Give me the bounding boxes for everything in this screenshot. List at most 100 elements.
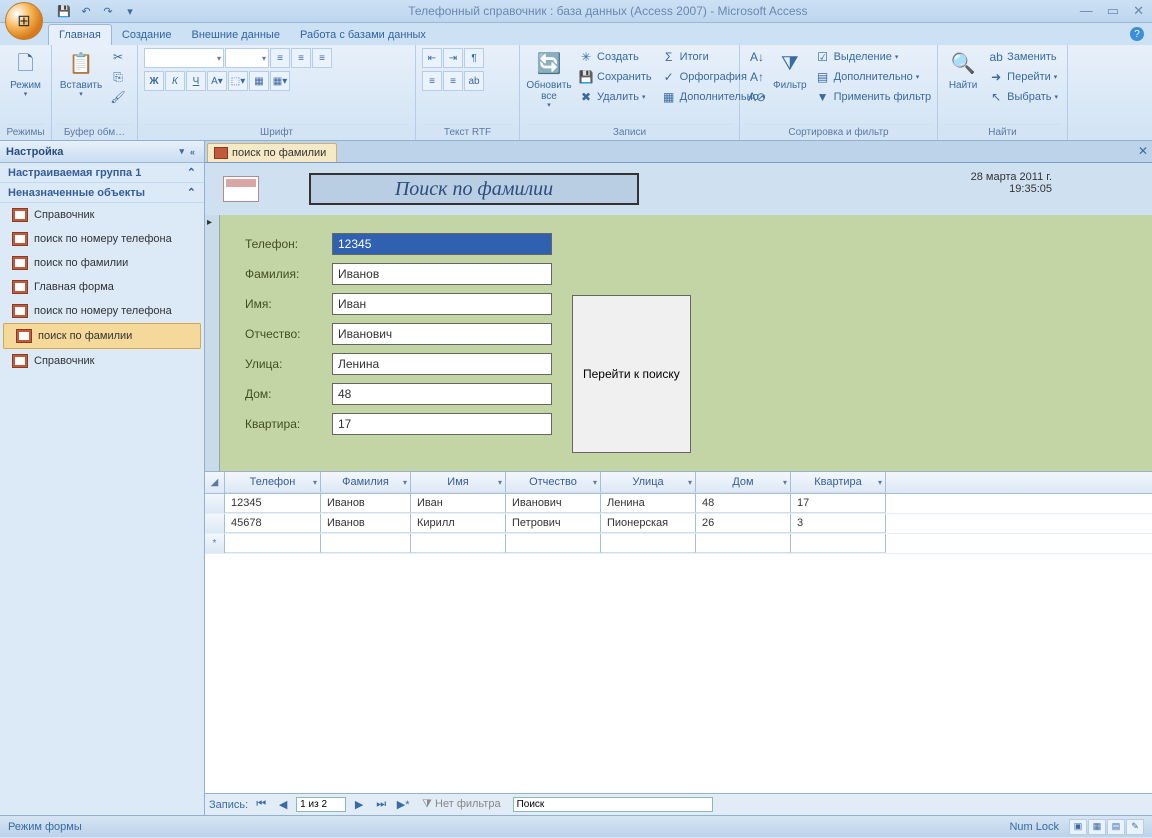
nav-collapse-icon[interactable]: « (187, 147, 198, 157)
align-left-button[interactable]: ≡ (270, 48, 290, 68)
nav-item[interactable]: поиск по номеру телефона (0, 227, 204, 251)
input-flat[interactable]: 17 (332, 413, 552, 435)
fill-color-button[interactable]: ⬚▾ (228, 71, 248, 91)
decrease-indent-button[interactable]: ⇤ (422, 48, 442, 68)
refresh-all-button[interactable]: 🔄Обновить все▾ (526, 48, 572, 112)
input-patronymic[interactable]: Иванович (332, 323, 552, 345)
align-right-button[interactable]: ≡ (312, 48, 332, 68)
minimize-button[interactable]: — (1076, 3, 1097, 19)
nav-group-2[interactable]: Неназначенные объекты⌃ (0, 183, 204, 203)
view-button[interactable]: 🗋Режим▾ (6, 48, 45, 101)
nav-item[interactable]: Справочник (0, 349, 204, 373)
row-selector-new[interactable]: * (205, 534, 225, 553)
col-header-patronymic[interactable]: Отчество (506, 472, 601, 493)
datasheet-view-button[interactable]: ▦ (1088, 819, 1106, 835)
layout-view-button[interactable]: ▤ (1107, 819, 1125, 835)
data-row[interactable]: 45678 Иванов Кирилл Петрович Пионерская … (205, 514, 1152, 534)
replace-button[interactable]: abЗаменить (985, 48, 1061, 66)
filter-button[interactable]: ⧩Фильтр (771, 48, 809, 93)
col-header-firstname[interactable]: Имя (411, 472, 506, 493)
document-tab[interactable]: поиск по фамилии (207, 143, 337, 162)
nav-dropdown-icon[interactable]: ▾ (176, 146, 187, 157)
input-firstname[interactable]: Иван (332, 293, 552, 315)
numbering-button[interactable]: ≡ (422, 71, 442, 91)
delete-record-button[interactable]: ✖Удалить▾ (575, 88, 655, 106)
first-record-button[interactable]: ⏮ (252, 797, 270, 813)
italic-button[interactable]: К (165, 71, 185, 91)
increase-indent-button[interactable]: ⇥ (443, 48, 463, 68)
format-painter-button[interactable]: 🖌 (107, 88, 129, 106)
office-button[interactable]: ⊞ (5, 2, 43, 40)
data-row[interactable]: 12345 Иванов Иван Иванович Ленина 48 17 (205, 494, 1152, 514)
new-record-button[interactable]: ✳Создать (575, 48, 655, 66)
undo-icon[interactable]: ↶ (76, 1, 96, 21)
design-view-button[interactable]: ✎ (1126, 819, 1144, 835)
prev-record-button[interactable]: ◀ (274, 797, 292, 813)
col-header-flat[interactable]: Квартира (791, 472, 886, 493)
underline-button[interactable]: Ч (186, 71, 206, 91)
last-record-button[interactable]: ⏭ (372, 797, 390, 813)
record-position-input[interactable] (296, 797, 346, 812)
nav-item[interactable]: поиск по номеру телефона (0, 299, 204, 323)
toggle-filter-button[interactable]: ▼Применить фильтр (812, 88, 935, 106)
nav-item[interactable]: Главная форма (0, 275, 204, 299)
font-family-combo[interactable] (144, 48, 224, 68)
copy-button[interactable]: ⎘ (107, 68, 129, 86)
help-button[interactable]: ? (1130, 27, 1144, 41)
goto-button[interactable]: ➜Перейти▾ (985, 68, 1061, 86)
select-button[interactable]: ↖Выбрать▾ (985, 88, 1061, 106)
tab-dbtools[interactable]: Работа с базами данных (290, 25, 436, 45)
search-box[interactable] (513, 797, 713, 812)
gridlines-button[interactable]: ▦ (249, 71, 269, 91)
font-size-combo[interactable] (225, 48, 269, 68)
bold-button[interactable]: Ж (144, 71, 164, 91)
new-row[interactable]: * (205, 534, 1152, 554)
nav-header[interactable]: Настройка▾« (0, 141, 204, 163)
sort-asc-button[interactable]: A↓ (746, 48, 768, 66)
bullets-button[interactable]: ≡ (443, 71, 463, 91)
next-record-button[interactable]: ▶ (350, 797, 368, 813)
input-lastname[interactable]: Иванов (332, 263, 552, 285)
altcolor-button[interactable]: ▦▾ (270, 71, 290, 91)
qat-more-icon[interactable]: ▾ (120, 1, 140, 21)
redo-icon[interactable]: ↷ (98, 1, 118, 21)
tab-external[interactable]: Внешние данные (182, 25, 290, 45)
find-button[interactable]: 🔍Найти (944, 48, 982, 93)
nav-item[interactable]: поиск по фамилии (0, 251, 204, 275)
ltr-button[interactable]: ¶ (464, 48, 484, 68)
sort-desc-button[interactable]: A↑ (746, 68, 768, 86)
input-phone[interactable]: 12345 (332, 233, 552, 255)
save-record-button[interactable]: 💾Сохранить (575, 68, 655, 86)
search-button[interactable]: Перейти к поиску (572, 295, 691, 453)
close-button[interactable]: ✕ (1129, 3, 1148, 19)
row-selector[interactable] (205, 514, 225, 533)
new-record-button[interactable]: ▶* (394, 797, 412, 813)
nav-group-1[interactable]: Настраиваемая группа 1⌃ (0, 163, 204, 183)
col-header-street[interactable]: Улица (601, 472, 696, 493)
selection-icon: ☑ (815, 49, 831, 65)
input-house[interactable]: 48 (332, 383, 552, 405)
row-selector[interactable] (205, 494, 225, 513)
input-street[interactable]: Ленина (332, 353, 552, 375)
highlight-button[interactable]: ab (464, 71, 484, 91)
align-center-button[interactable]: ≡ (291, 48, 311, 68)
font-color-button[interactable]: A▾ (207, 71, 227, 91)
select-all-cell[interactable]: ◢ (205, 472, 225, 493)
tab-create[interactable]: Создание (112, 25, 182, 45)
nav-item[interactable]: Справочник (0, 203, 204, 227)
close-tab-button[interactable]: ✕ (1138, 144, 1148, 158)
col-header-phone[interactable]: Телефон (225, 472, 321, 493)
col-header-lastname[interactable]: Фамилия (321, 472, 411, 493)
cut-button[interactable]: ✂ (107, 48, 129, 66)
save-icon[interactable]: 💾 (54, 1, 74, 21)
maximize-button[interactable]: ▭ (1103, 3, 1123, 19)
selection-filter-button[interactable]: ☑Выделение▾ (812, 48, 935, 66)
paste-button[interactable]: 📋Вставить▾ (58, 48, 104, 101)
nav-item-selected[interactable]: поиск по фамилии (3, 323, 201, 349)
record-selector[interactable] (205, 215, 220, 471)
col-header-house[interactable]: Дом (696, 472, 791, 493)
tab-home[interactable]: Главная (48, 24, 112, 45)
advanced-filter-button[interactable]: ▤Дополнительно▾ (812, 68, 935, 86)
clear-sort-button[interactable]: A⊘ (746, 88, 768, 106)
form-view-button[interactable]: ▣ (1069, 819, 1087, 835)
